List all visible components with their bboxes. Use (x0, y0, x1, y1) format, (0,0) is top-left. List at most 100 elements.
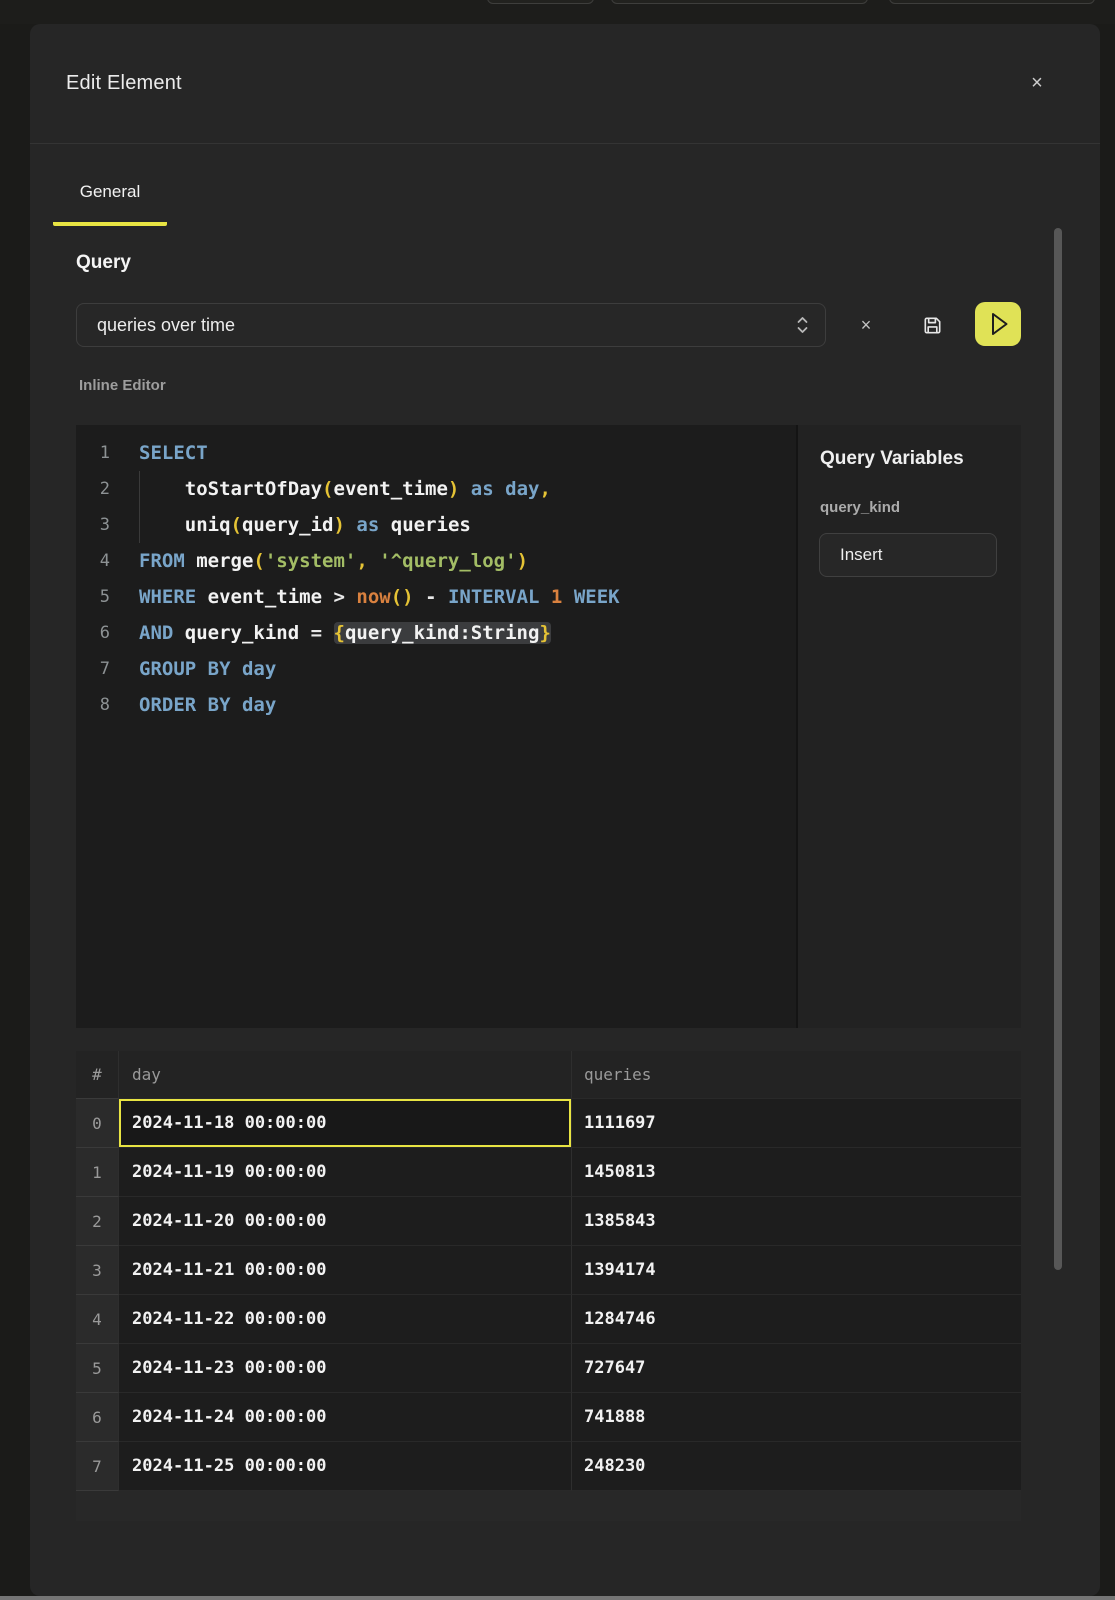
table-row: 52024-11-23 00:00:00727647 (76, 1344, 1021, 1393)
code-token (414, 586, 425, 608)
row-index-cell: 4 (76, 1295, 119, 1344)
toolbar-button-1[interactable] (487, 0, 594, 4)
queries-cell[interactable]: 1111697 (572, 1099, 1021, 1148)
clear-query-button[interactable]: × (852, 312, 880, 338)
row-index-cell: 3 (76, 1246, 119, 1295)
code-token: AND (139, 622, 185, 644)
insert-variable-button[interactable]: Insert (819, 533, 997, 577)
variable-name-label: query_kind (820, 499, 900, 516)
code-line: 6 AND query_kind = {query_kind:String} (76, 615, 796, 651)
code-token (379, 514, 390, 536)
code-token (345, 586, 356, 608)
run-query-button[interactable] (975, 302, 1021, 346)
row-index-cell: 6 (76, 1393, 119, 1442)
query-select[interactable]: queries over time (76, 303, 826, 347)
day-cell[interactable]: 2024-11-21 00:00:00 (119, 1246, 572, 1295)
code-token (322, 622, 333, 644)
line-number: 6 (76, 615, 110, 651)
code-token (368, 550, 379, 572)
line-number: 3 (76, 507, 110, 543)
code-token (459, 478, 470, 500)
queries-cell[interactable]: 1385843 (572, 1197, 1021, 1246)
day-cell[interactable]: 2024-11-23 00:00:00 (119, 1344, 572, 1393)
table-row: 42024-11-22 00:00:001284746 (76, 1295, 1021, 1344)
queries-cell[interactable]: 248230 (572, 1442, 1021, 1491)
code-token: as (356, 514, 379, 536)
code-line-content: WHERE event_time > now() - INTERVAL 1 WE… (139, 579, 620, 615)
close-icon[interactable]: × (1022, 68, 1052, 98)
sql-code-editor[interactable]: 1SELECT2 toStartOfDay(event_time) as day… (76, 425, 796, 1028)
code-line-content: toStartOfDay(event_time) as day, (139, 471, 551, 507)
code-token (437, 586, 448, 608)
code-token: ( (322, 478, 333, 500)
code-token: () (391, 586, 414, 608)
table-row: 22024-11-20 00:00:001385843 (76, 1197, 1021, 1246)
code-token: ( (253, 550, 264, 572)
queries-cell[interactable]: 727647 (572, 1344, 1021, 1393)
queries-cell[interactable]: 1450813 (572, 1148, 1021, 1197)
tab-general[interactable]: General (53, 182, 167, 226)
line-number: 7 (76, 651, 110, 687)
code-line: 1SELECT (76, 435, 796, 471)
code-token (299, 622, 310, 644)
queries-cell[interactable]: 1284746 (572, 1295, 1021, 1344)
code-line-content: ORDER BY day (139, 687, 276, 723)
code-token: day (505, 478, 539, 500)
results-table-body: 02024-11-18 00:00:00111169712024-11-19 0… (76, 1099, 1021, 1491)
query-select-value: queries over time (97, 315, 796, 336)
day-cell[interactable]: 2024-11-22 00:00:00 (119, 1295, 572, 1344)
code-token: queries (391, 514, 471, 536)
code-token: FROM (139, 550, 196, 572)
code-line-content: FROM merge('system', '^query_log') (139, 543, 528, 579)
code-line-content: GROUP BY day (139, 651, 276, 687)
column-header-index: # (76, 1051, 119, 1099)
code-token (139, 514, 185, 536)
day-cell[interactable]: 2024-11-18 00:00:00 (119, 1099, 572, 1148)
row-index-cell: 7 (76, 1442, 119, 1491)
floppy-disk-icon (921, 314, 944, 337)
code-token: event_time (208, 586, 322, 608)
code-token: ) (517, 550, 528, 572)
code-line-content: AND query_kind = {query_kind:String} (139, 615, 551, 651)
results-table: # day queries 02024-11-18 00:00:00111169… (76, 1051, 1021, 1521)
query-variables-panel: Query Variables query_kind Insert (798, 425, 1021, 1028)
code-token: WEEK (574, 586, 620, 608)
code-token: query_id (242, 514, 334, 536)
row-index-cell: 5 (76, 1344, 119, 1393)
queries-cell[interactable]: 1394174 (572, 1246, 1021, 1295)
table-row: 02024-11-18 00:00:001111697 (76, 1099, 1021, 1148)
day-cell[interactable]: 2024-11-25 00:00:00 (119, 1442, 572, 1491)
code-line: 2 toStartOfDay(event_time) as day, (76, 471, 796, 507)
code-token: } (539, 622, 550, 644)
indent-guide (139, 471, 140, 543)
insert-button-label: Insert (840, 545, 883, 565)
toolbar-button-2[interactable] (611, 0, 868, 4)
table-row: 62024-11-24 00:00:00741888 (76, 1393, 1021, 1442)
code-token (562, 586, 573, 608)
day-cell[interactable]: 2024-11-24 00:00:00 (119, 1393, 572, 1442)
toolbar-button-3[interactable] (889, 0, 1095, 4)
modal-scrollbar-thumb[interactable] (1054, 228, 1062, 1270)
row-index-cell: 2 (76, 1197, 119, 1246)
chevron-up-down-icon (796, 314, 809, 336)
code-token: GROUP BY day (139, 658, 276, 680)
code-token (345, 514, 356, 536)
code-token: uniq (185, 514, 231, 536)
day-cell[interactable]: 2024-11-20 00:00:00 (119, 1197, 572, 1246)
modal-title: Edit Element (66, 72, 182, 95)
clear-icon: × (861, 315, 872, 336)
code-line: 8 ORDER BY day (76, 687, 796, 723)
table-row: 72024-11-25 00:00:00248230 (76, 1442, 1021, 1491)
save-query-button[interactable] (918, 312, 946, 338)
queries-cell[interactable]: 741888 (572, 1393, 1021, 1442)
code-token: event_time (334, 478, 448, 500)
day-cell[interactable]: 2024-11-19 00:00:00 (119, 1148, 572, 1197)
line-number: 8 (76, 687, 110, 723)
code-line: 4FROM merge('system', '^query_log') (76, 543, 796, 579)
code-line: 7 GROUP BY day (76, 651, 796, 687)
column-header-day: day (119, 1051, 572, 1099)
row-index-cell: 0 (76, 1099, 119, 1148)
code-token: = (311, 622, 322, 644)
sql-editor-container: 1SELECT2 toStartOfDay(event_time) as day… (76, 425, 1021, 1028)
code-token: - (425, 586, 436, 608)
